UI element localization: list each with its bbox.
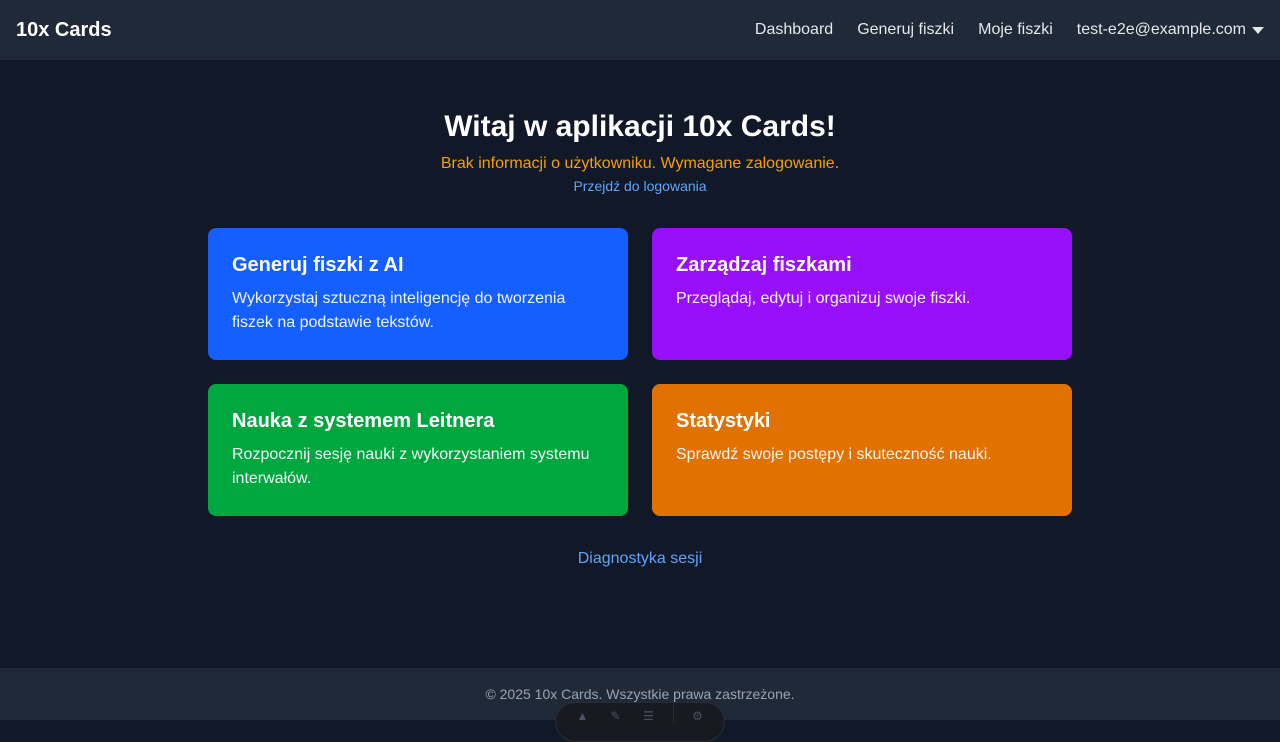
card-title: Zarządzaj fiszkami bbox=[676, 254, 852, 276]
card-generate-ai[interactable]: Generuj fiszki z AI Wykorzystaj sztuczną… bbox=[208, 228, 628, 360]
card-description: Przeglądaj, edytuj i organizuj swoje fis… bbox=[676, 290, 971, 307]
session-diagnostics-link[interactable]: Diagnostyka sesji bbox=[578, 550, 703, 567]
user-menu-dropdown[interactable]: test-e2e@example.com bbox=[1077, 21, 1264, 39]
main-nav: Dashboard Generuj fiszki Moje fiszki tes… bbox=[755, 21, 1264, 39]
nav-generate-flashcards[interactable]: Generuj fiszki bbox=[857, 21, 954, 39]
page-title: Witaj w aplikacji 10x Cards! bbox=[444, 110, 836, 143]
dev-toolbar: ▲ ✎ ☰ ⚙ bbox=[555, 702, 725, 742]
chevron-down-icon bbox=[1252, 26, 1264, 34]
user-email: test-e2e@example.com bbox=[1076, 21, 1246, 38]
auth-warning: Brak informacji o użytkowniku. Wymagane … bbox=[440, 155, 840, 172]
card-manage-flashcards[interactable]: Zarządzaj fiszkami Przeglądaj, edytuj i … bbox=[652, 228, 1072, 360]
main-content: Witaj w aplikacji 10x Cards! Brak inform… bbox=[0, 60, 1280, 668]
nav-dashboard[interactable]: Dashboard bbox=[755, 21, 833, 39]
card-title: Generuj fiszki z AI bbox=[232, 254, 404, 276]
card-title: Statystyki bbox=[676, 410, 771, 432]
card-statistics[interactable]: Statystyki Sprawdź swoje postępy i skute… bbox=[652, 384, 1072, 516]
top-navbar: 10x Cards Dashboard Generuj fiszki Moje … bbox=[0, 0, 1280, 60]
card-description: Sprawdź swoje postępy i skuteczność nauk… bbox=[676, 446, 992, 463]
card-description: Wykorzystaj sztuczną inteligencję do two… bbox=[232, 290, 566, 331]
brand-logo[interactable]: 10x Cards bbox=[16, 19, 112, 42]
login-link-row: Przejdź do logowania bbox=[0, 178, 1280, 194]
nav-my-flashcards[interactable]: Moje fiszki bbox=[978, 21, 1053, 39]
toolbar-divider bbox=[672, 703, 674, 723]
diagnostics-link-row: Diagnostyka sesji bbox=[0, 550, 1280, 568]
copyright-text: © 2025 10x Cards. Wszystkie prawa zastrz… bbox=[485, 686, 795, 702]
card-description: Rozpocznij sesję nauki z wykorzystaniem … bbox=[232, 446, 590, 487]
feature-cards: Generuj fiszki z AI Wykorzystaj sztuczną… bbox=[208, 228, 1072, 516]
card-title: Nauka z systemem Leitnera bbox=[232, 410, 495, 432]
card-leitner-study[interactable]: Nauka z systemem Leitnera Rozpocznij ses… bbox=[208, 384, 628, 516]
login-link[interactable]: Przejdź do logowania bbox=[573, 178, 706, 194]
